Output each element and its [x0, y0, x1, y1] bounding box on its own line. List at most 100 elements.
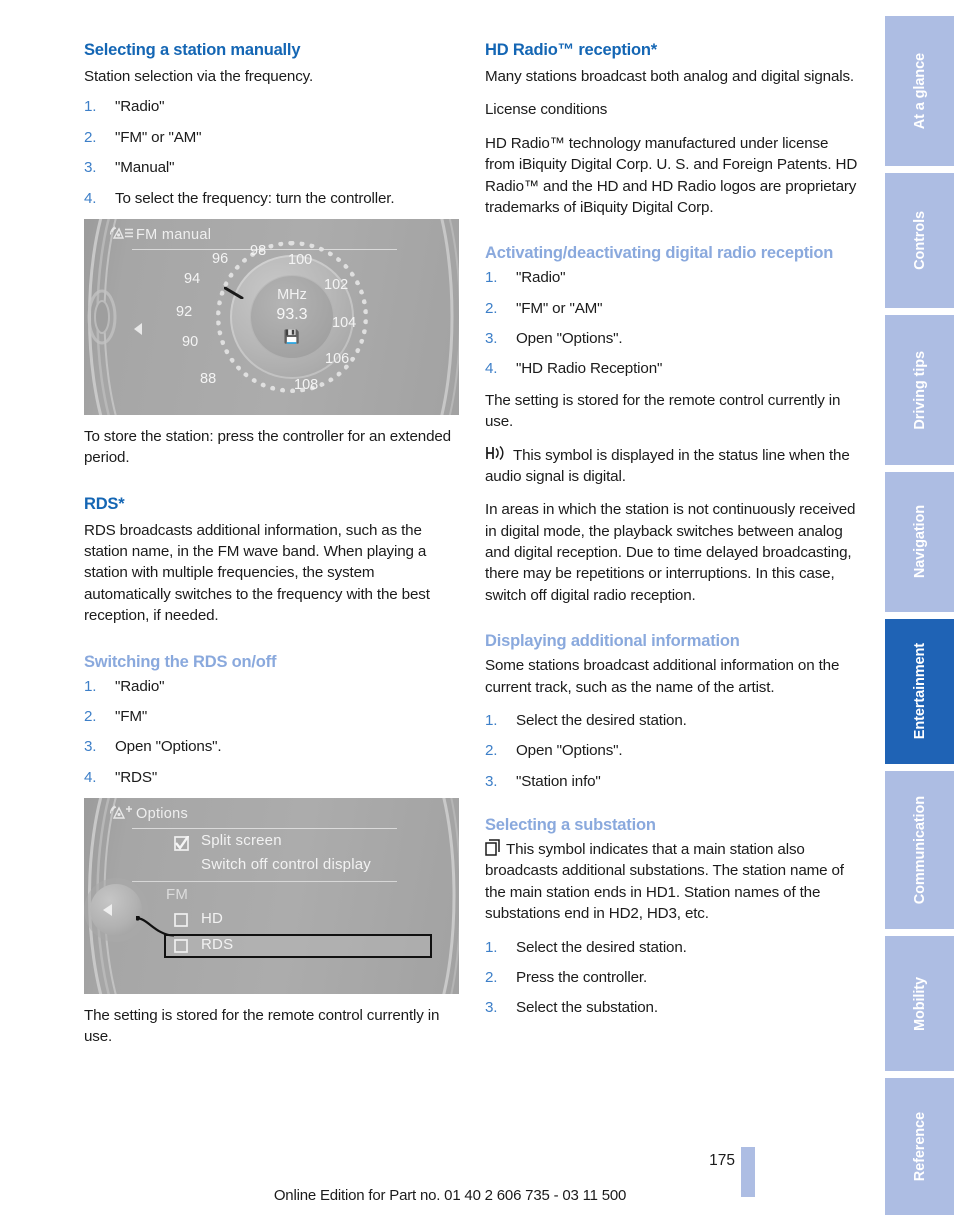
list-item: 3. "Manual" — [84, 157, 459, 178]
heading-activating-digital-radio: Activating/deactivating digital radio re… — [485, 244, 834, 263]
intro-station-selection: Station selection via the frequency. — [84, 68, 314, 86]
step-text: "HD Radio Reception" — [516, 360, 663, 378]
step-number: 1. — [485, 269, 498, 287]
figure-title-options: Options — [136, 806, 189, 823]
step-text: "Radio" — [516, 269, 566, 287]
step-text: Select the desired station. — [516, 711, 687, 729]
step-text: "Radio" — [115, 677, 165, 695]
tab-driving-tips[interactable]: Driving tips — [885, 315, 954, 465]
step-text: Open "Options". — [516, 330, 623, 348]
list-item: 1. "Radio" — [84, 676, 459, 697]
list-item: 2. "FM" — [84, 706, 459, 727]
step-number: 2. — [485, 968, 498, 986]
steps-switching-rds: 1. "Radio" 2. "FM" 3. Open "Options". 4.… — [84, 676, 459, 788]
tab-communication[interactable]: Communication — [885, 771, 954, 929]
tab-navigation[interactable]: Navigation — [885, 472, 954, 612]
note-store-station: To store the station: press the controll… — [84, 427, 451, 467]
menu-divider — [132, 881, 397, 883]
step-number: 2. — [84, 708, 97, 726]
checkbox-unchecked-icon[interactable] — [174, 939, 188, 953]
steps-selecting-substation: 1. Select the desired station. 2. Press … — [485, 937, 860, 1019]
step-number: 2. — [485, 299, 498, 317]
option-row-switch-off-display[interactable]: Switch off control display — [201, 856, 371, 873]
step-number: 3. — [84, 738, 97, 756]
radio-options-icon — [110, 805, 132, 819]
tick-label: 94 — [184, 270, 201, 287]
chapter-tab-rail: At a glance Controls Driving tips Naviga… — [885, 0, 954, 1215]
tab-label: Navigation — [911, 505, 928, 579]
step-text: "Radio" — [115, 98, 165, 116]
list-item: 1. Select the desired station. — [485, 937, 860, 958]
step-text: Open "Options". — [516, 742, 623, 760]
list-item: 1. "Radio" — [84, 96, 459, 117]
steps-displaying-additional-information: 1. Select the desired station. 2. Open "… — [485, 710, 860, 792]
step-text: Select the substation. — [516, 999, 658, 1017]
display-bezel-right — [442, 798, 459, 995]
heading-displaying-additional-information: Displaying additional information — [485, 632, 740, 651]
step-number: 3. — [485, 999, 498, 1017]
step-text: Press the controller. — [516, 968, 648, 986]
tab-at-a-glance[interactable]: At a glance — [885, 16, 954, 166]
heading-rds: RDS* — [84, 494, 125, 513]
list-item: 2. "FM" or "AM" — [84, 127, 459, 148]
back-arrow-icon — [134, 322, 142, 335]
list-item: 4. "HD Radio Reception" — [485, 358, 860, 379]
step-text: "Manual" — [115, 159, 175, 177]
step-number: 3. — [485, 772, 498, 790]
note-setting-stored-left: The setting is stored for the remote con… — [84, 1007, 440, 1046]
option-row-rds[interactable]: RDS — [201, 936, 233, 953]
tick-label: 92 — [176, 303, 193, 320]
tab-controls[interactable]: Controls — [885, 173, 954, 308]
tick-label: 96 — [212, 250, 229, 267]
list-item: 1. "Radio" — [485, 267, 860, 288]
checkbox-checked-icon[interactable] — [174, 836, 189, 851]
tick-label: 106 — [325, 350, 350, 367]
page-number: 175 — [709, 1152, 735, 1169]
tick-label: 108 — [294, 376, 319, 393]
list-item: 2. "FM" or "AM" — [485, 298, 860, 319]
option-row-hd[interactable]: HD — [201, 910, 223, 927]
step-number: 4. — [485, 360, 498, 378]
step-number: 1. — [485, 711, 498, 729]
tick-label: 102 — [324, 276, 349, 293]
note-setting-stored-right: The setting is stored for the remote con… — [485, 391, 841, 431]
option-row-split-screen[interactable]: Split screen — [201, 832, 282, 849]
controller-knob-icon — [90, 884, 142, 937]
checkbox-unchecked-icon[interactable] — [174, 913, 188, 927]
list-item: 2. Open "Options". — [485, 740, 860, 761]
store-station-icon: 💾 — [283, 328, 301, 344]
heading-hd-radio-reception: HD Radio™ reception* — [485, 41, 658, 59]
tab-label: At a glance — [911, 52, 928, 130]
step-text: Open "Options". — [115, 738, 222, 756]
tab-mobility[interactable]: Mobility — [885, 936, 954, 1071]
frequency-dial: MHz 93.3 💾 88 90 92 94 96 98 100 102 104… — [84, 219, 459, 415]
list-item: 3. Open "Options". — [485, 328, 860, 349]
step-number: 2. — [485, 742, 498, 760]
note-substation-symbol-text: This symbol indicates that a main statio… — [485, 841, 844, 923]
step-number: 2. — [84, 128, 97, 146]
heading-selecting-substation: Selecting a substation — [485, 816, 656, 834]
tick-label: 88 — [200, 370, 217, 387]
tick-label: 100 — [288, 251, 313, 268]
right-column: HD Radio™ reception* Many stations broad… — [485, 40, 860, 1029]
list-item: 2. Press the controller. — [485, 967, 860, 988]
note-substation-symbol: This symbol indicates that a main statio… — [485, 839, 860, 924]
tab-entertainment[interactable]: Entertainment — [885, 619, 954, 764]
step-number: 4. — [84, 768, 97, 786]
step-number: 3. — [485, 330, 498, 348]
paragraph-rds-description: RDS broadcasts additional information, s… — [84, 521, 430, 625]
figure-options-menu: Options Split screen Switch off control … — [84, 798, 459, 995]
steps-selecting-station-manually: 1. "Radio" 2. "FM" or "AM" 3. "Manual" 4… — [84, 96, 459, 208]
manual-page: Selecting a station manually Station sel… — [0, 0, 954, 1215]
tab-label: Communication — [911, 795, 928, 905]
dial-needle-icon — [224, 286, 244, 299]
tab-label: Driving tips — [911, 350, 928, 430]
back-arrow-icon — [103, 904, 112, 917]
step-text: "Station info" — [516, 772, 601, 790]
steps-activating-digital-radio: 1. "Radio" 2. "FM" or "AM" 3. Open "Opti… — [485, 267, 860, 379]
list-item: 3. "Station info" — [485, 771, 860, 792]
step-text: "FM" — [115, 708, 148, 726]
step-text: "FM" or "AM" — [516, 299, 603, 317]
note-digital-symbol: This symbol is displayed in the status l… — [485, 445, 860, 488]
step-number: 1. — [485, 938, 498, 956]
